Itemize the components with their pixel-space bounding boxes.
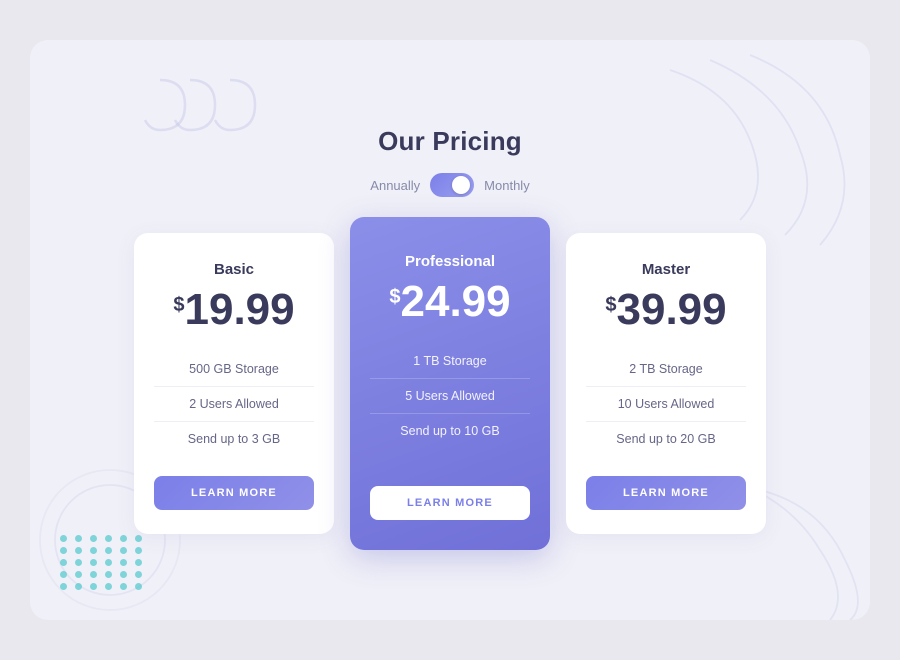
decorative-dot xyxy=(135,559,142,566)
decorative-dot xyxy=(60,571,67,578)
price-symbol-master: $ xyxy=(605,294,616,317)
decorative-dot xyxy=(120,535,127,542)
learn-more-button-professional[interactable]: LEARN MORE xyxy=(370,486,530,520)
feature-item: 2 TB Storage xyxy=(586,352,746,387)
decorative-dot xyxy=(75,571,82,578)
plan-name-master: Master xyxy=(642,261,690,278)
plan-card-basic: Basic $19.99 500 GB Storage2 Users Allowed… xyxy=(134,233,334,534)
decorative-dot xyxy=(90,583,97,590)
decorative-dot xyxy=(75,583,82,590)
features-professional: 1 TB Storage5 Users AllowedSend up to 10… xyxy=(370,344,530,448)
decorative-dots xyxy=(60,535,145,590)
features-basic: 500 GB Storage2 Users AllowedSend up to … xyxy=(154,352,314,456)
plan-name-professional: Professional xyxy=(405,253,495,270)
price-symbol-basic: $ xyxy=(173,294,184,317)
decorative-dot xyxy=(90,571,97,578)
decorative-dot xyxy=(75,559,82,566)
decorative-dot xyxy=(75,535,82,542)
price-amount-professional: 24.99 xyxy=(401,280,511,324)
price-row-master: $39.99 xyxy=(605,288,726,332)
decorative-dot xyxy=(120,571,127,578)
feature-item: Send up to 20 GB xyxy=(586,422,746,456)
decorative-dot xyxy=(60,535,67,542)
feature-item: 10 Users Allowed xyxy=(586,387,746,422)
decorative-dot xyxy=(135,583,142,590)
learn-more-button-master[interactable]: LEARN MORE xyxy=(586,476,746,510)
decorative-dot xyxy=(120,583,127,590)
decorative-dot xyxy=(105,559,112,566)
annually-label: Annually xyxy=(370,178,420,193)
feature-item: Send up to 3 GB xyxy=(154,422,314,456)
plans-container: Basic $19.99 500 GB Storage2 Users Allowed… xyxy=(134,233,766,534)
decorative-dot xyxy=(90,547,97,554)
decorative-dot xyxy=(75,547,82,554)
decorative-dot xyxy=(105,547,112,554)
decorative-dot xyxy=(120,547,127,554)
billing-toggle-row: Annually Monthly xyxy=(370,173,529,197)
price-row-basic: $19.99 xyxy=(173,288,294,332)
decorative-dot xyxy=(105,583,112,590)
main-content: Our Pricing Annually Monthly Basic $19.99… xyxy=(30,126,870,534)
decorative-dot xyxy=(90,535,97,542)
decorative-dot xyxy=(105,571,112,578)
plan-name-basic: Basic xyxy=(214,261,254,278)
decorative-dot xyxy=(135,535,142,542)
feature-item: 5 Users Allowed xyxy=(370,379,530,414)
decorative-dot xyxy=(105,535,112,542)
features-master: 2 TB Storage10 Users AllowedSend up to 2… xyxy=(586,352,746,456)
price-amount-basic: 19.99 xyxy=(185,288,295,332)
page-title: Our Pricing xyxy=(378,126,522,157)
decorative-dot xyxy=(135,571,142,578)
decorative-dot xyxy=(135,547,142,554)
decorative-dot xyxy=(90,559,97,566)
decorative-dot xyxy=(60,583,67,590)
monthly-label: Monthly xyxy=(484,178,530,193)
feature-item: 1 TB Storage xyxy=(370,344,530,379)
plan-card-master: Master $39.99 2 TB Storage10 Users Allowed… xyxy=(566,233,766,534)
learn-more-button-basic[interactable]: LEARN MORE xyxy=(154,476,314,510)
pricing-card: Our Pricing Annually Monthly Basic $19.99… xyxy=(30,40,870,620)
feature-item: Send up to 10 GB xyxy=(370,414,530,448)
price-amount-master: 39.99 xyxy=(617,288,727,332)
feature-item: 2 Users Allowed xyxy=(154,387,314,422)
decorative-dot xyxy=(60,559,67,566)
price-symbol-professional: $ xyxy=(389,286,400,309)
price-row-professional: $24.99 xyxy=(389,280,510,324)
billing-toggle[interactable] xyxy=(430,173,474,197)
decorative-dot xyxy=(120,559,127,566)
decorative-dot xyxy=(60,547,67,554)
feature-item: 500 GB Storage xyxy=(154,352,314,387)
plan-card-professional: Professional $24.99 1 TB Storage5 Users Al… xyxy=(350,217,550,550)
